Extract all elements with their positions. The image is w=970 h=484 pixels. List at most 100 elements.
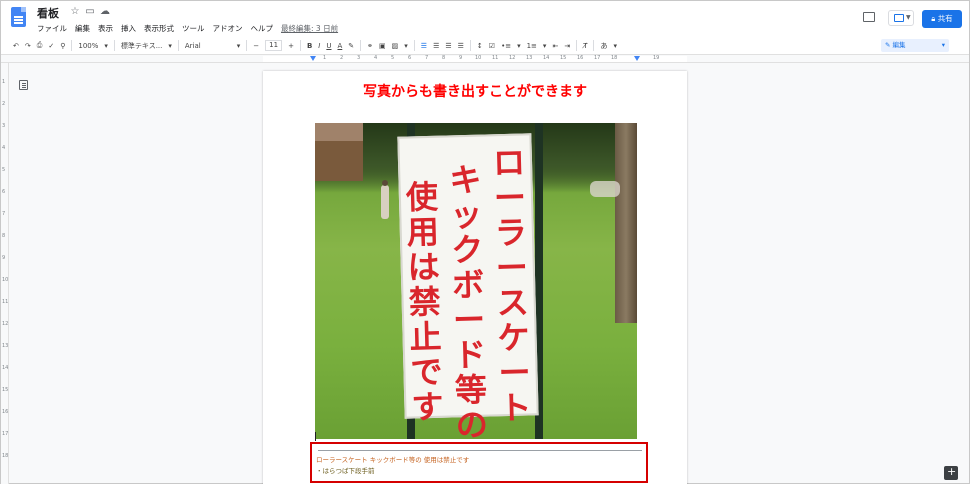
- toolbar-divider: [360, 40, 362, 51]
- increase-indent-icon[interactable]: ⇥: [564, 42, 570, 50]
- ruler-number: 19: [653, 55, 660, 61]
- right-indent-marker[interactable]: [634, 56, 640, 61]
- font-size-input[interactable]: 11: [265, 40, 283, 51]
- editing-mode-label: 編集: [892, 41, 906, 49]
- line-spacing-icon[interactable]: ↕: [477, 42, 483, 50]
- insert-link-icon[interactable]: ⚭: [367, 42, 373, 50]
- font-select[interactable]: Arial: [185, 42, 201, 50]
- share-label: 共有: [937, 14, 953, 23]
- ruler-number: 7: [2, 211, 6, 217]
- chevron-down-icon: ▾: [404, 41, 408, 50]
- toolbar-divider: [177, 40, 179, 51]
- checklist-icon[interactable]: ☑: [489, 42, 495, 50]
- menu-file[interactable]: ファイル: [37, 23, 67, 34]
- font-size-increase-button[interactable]: +: [288, 42, 294, 50]
- menu-insert[interactable]: 挿入: [121, 23, 136, 34]
- ruler-number: 12: [2, 321, 9, 327]
- present-button[interactable]: ▼: [888, 10, 914, 26]
- align-left-icon[interactable]: ☰: [421, 42, 427, 50]
- paragraph-style-select[interactable]: 標準テキス...: [121, 41, 162, 51]
- bulleted-list-icon[interactable]: •≡: [501, 42, 511, 50]
- align-center-icon[interactable]: ☰: [433, 42, 439, 50]
- move-folder-icon[interactable]: ▭: [84, 6, 96, 18]
- ruler-number: 9: [459, 55, 463, 61]
- toolbar-divider: [246, 40, 248, 51]
- ruler-number: 4: [2, 145, 6, 151]
- ocr-text-line[interactable]: ローラースケート キックボード等の 使用は禁止です: [316, 454, 469, 464]
- chevron-down-icon: ▾: [613, 41, 617, 50]
- ruler-number: 6: [2, 189, 6, 195]
- ruler-number: 11: [492, 55, 499, 61]
- undo-icon[interactable]: ↶: [13, 42, 19, 50]
- ruler-number: 15: [2, 387, 9, 393]
- editing-mode-select[interactable]: ✎ 編集 ▾: [881, 39, 949, 52]
- share-button[interactable]: 🔒︎ 共有: [922, 10, 962, 28]
- document-outline-icon[interactable]: [19, 80, 28, 90]
- menu-addons[interactable]: アドオン: [213, 23, 243, 34]
- formatting-toolbar: ↶ ↷ ⎙ ✓ ⚲ 100% ▾ 標準テキス... ▾ Arial ▾ − 11…: [1, 37, 969, 55]
- bold-button[interactable]: B: [307, 42, 312, 50]
- ocr-text-line[interactable]: ・はらつば下段手前: [316, 465, 375, 475]
- menu-help[interactable]: ヘルプ: [251, 23, 274, 34]
- align-right-icon[interactable]: ☰: [445, 42, 451, 50]
- ruler-number: 1: [2, 79, 6, 85]
- clear-formatting-icon[interactable]: T̸: [583, 42, 587, 50]
- app-header: 看板 ☆ ▭ ☁ ファイル 編集 表示 挿入 表示形式 ツール アドオン ヘルプ…: [1, 1, 969, 37]
- document-heading: 写真からも書き出すことができます: [363, 84, 587, 100]
- menu-edit[interactable]: 編集: [75, 23, 90, 34]
- underline-button[interactable]: U: [326, 42, 331, 50]
- decrease-indent-icon[interactable]: ⇤: [552, 42, 558, 50]
- sign-photo[interactable]: ローラースケート キックボード等の 使用は禁止です: [315, 123, 637, 439]
- ruler-number: 17: [2, 431, 9, 437]
- explore-icon[interactable]: [944, 465, 958, 480]
- paint-format-icon[interactable]: ⚲: [60, 42, 65, 50]
- ruler-number: 1: [323, 55, 327, 61]
- toolbar-divider: [576, 40, 578, 51]
- ruler-number: 18: [2, 453, 9, 459]
- horizontal-rule: [318, 450, 642, 451]
- align-justify-icon[interactable]: ☰: [458, 42, 464, 50]
- numbered-list-icon[interactable]: 1≡: [527, 42, 537, 50]
- menu-view[interactable]: 表示: [98, 23, 113, 34]
- menu-tools[interactable]: ツール: [182, 23, 205, 34]
- ruler-number: 18: [611, 55, 618, 61]
- insert-image-icon[interactable]: ▨: [392, 42, 399, 50]
- menu-bar: ファイル 編集 表示 挿入 表示形式 ツール アドオン ヘルプ 最終編集: 3 …: [37, 23, 338, 34]
- photo-child: [381, 180, 389, 219]
- ruler-number: 10: [475, 55, 482, 61]
- vertical-ruler[interactable]: 1 2 3 4 5 6 7 8 9 10 11 12 13 14 15 16 1…: [1, 63, 9, 484]
- ruler-number: 11: [2, 299, 9, 305]
- document-page[interactable]: 写真からも書き出すことができます ローラースケート キックボード等の 使用は禁止…: [263, 71, 687, 484]
- insert-comment-icon[interactable]: ▣: [379, 42, 386, 50]
- photo-shed: [315, 123, 363, 181]
- chevron-down-icon: ▾: [104, 41, 108, 50]
- star-icon[interactable]: ☆: [69, 6, 81, 18]
- text-color-button[interactable]: A: [337, 42, 342, 50]
- horizontal-ruler[interactable]: 1 2 3 4 5 6 7 8 9 10 11 12 13 14 15 16 1…: [1, 55, 969, 63]
- menu-format[interactable]: 表示形式: [144, 23, 174, 34]
- redo-icon[interactable]: ↷: [25, 42, 31, 50]
- ruler-number: 17: [594, 55, 601, 61]
- comment-history-icon[interactable]: [863, 12, 875, 22]
- sign-board: ローラースケート キックボード等の 使用は禁止です: [397, 133, 539, 439]
- ruler-number: 12: [509, 55, 516, 61]
- present-icon: [894, 14, 904, 22]
- ruler-number: 13: [526, 55, 533, 61]
- ruler-number: 8: [442, 55, 446, 61]
- input-tools-button[interactable]: あ: [600, 41, 607, 51]
- ruler-number: 9: [2, 255, 6, 261]
- left-indent-marker[interactable]: [310, 56, 316, 61]
- font-size-decrease-button[interactable]: −: [253, 42, 259, 50]
- cloud-status-icon[interactable]: ☁: [99, 6, 111, 18]
- italic-button[interactable]: I: [318, 42, 320, 50]
- ruler-number: 3: [357, 55, 361, 61]
- docs-logo-icon[interactable]: [11, 7, 26, 27]
- last-edit-link[interactable]: 最終編集: 3 日前: [281, 23, 338, 34]
- zoom-select[interactable]: 100%: [78, 42, 98, 50]
- pencil-icon: ✎: [885, 41, 891, 49]
- document-title[interactable]: 看板: [37, 5, 59, 21]
- highlight-color-icon[interactable]: ✎: [348, 42, 354, 50]
- chevron-down-icon: ▾: [517, 41, 521, 50]
- print-icon[interactable]: ⎙: [37, 41, 43, 50]
- spellcheck-icon[interactable]: ✓: [48, 42, 54, 50]
